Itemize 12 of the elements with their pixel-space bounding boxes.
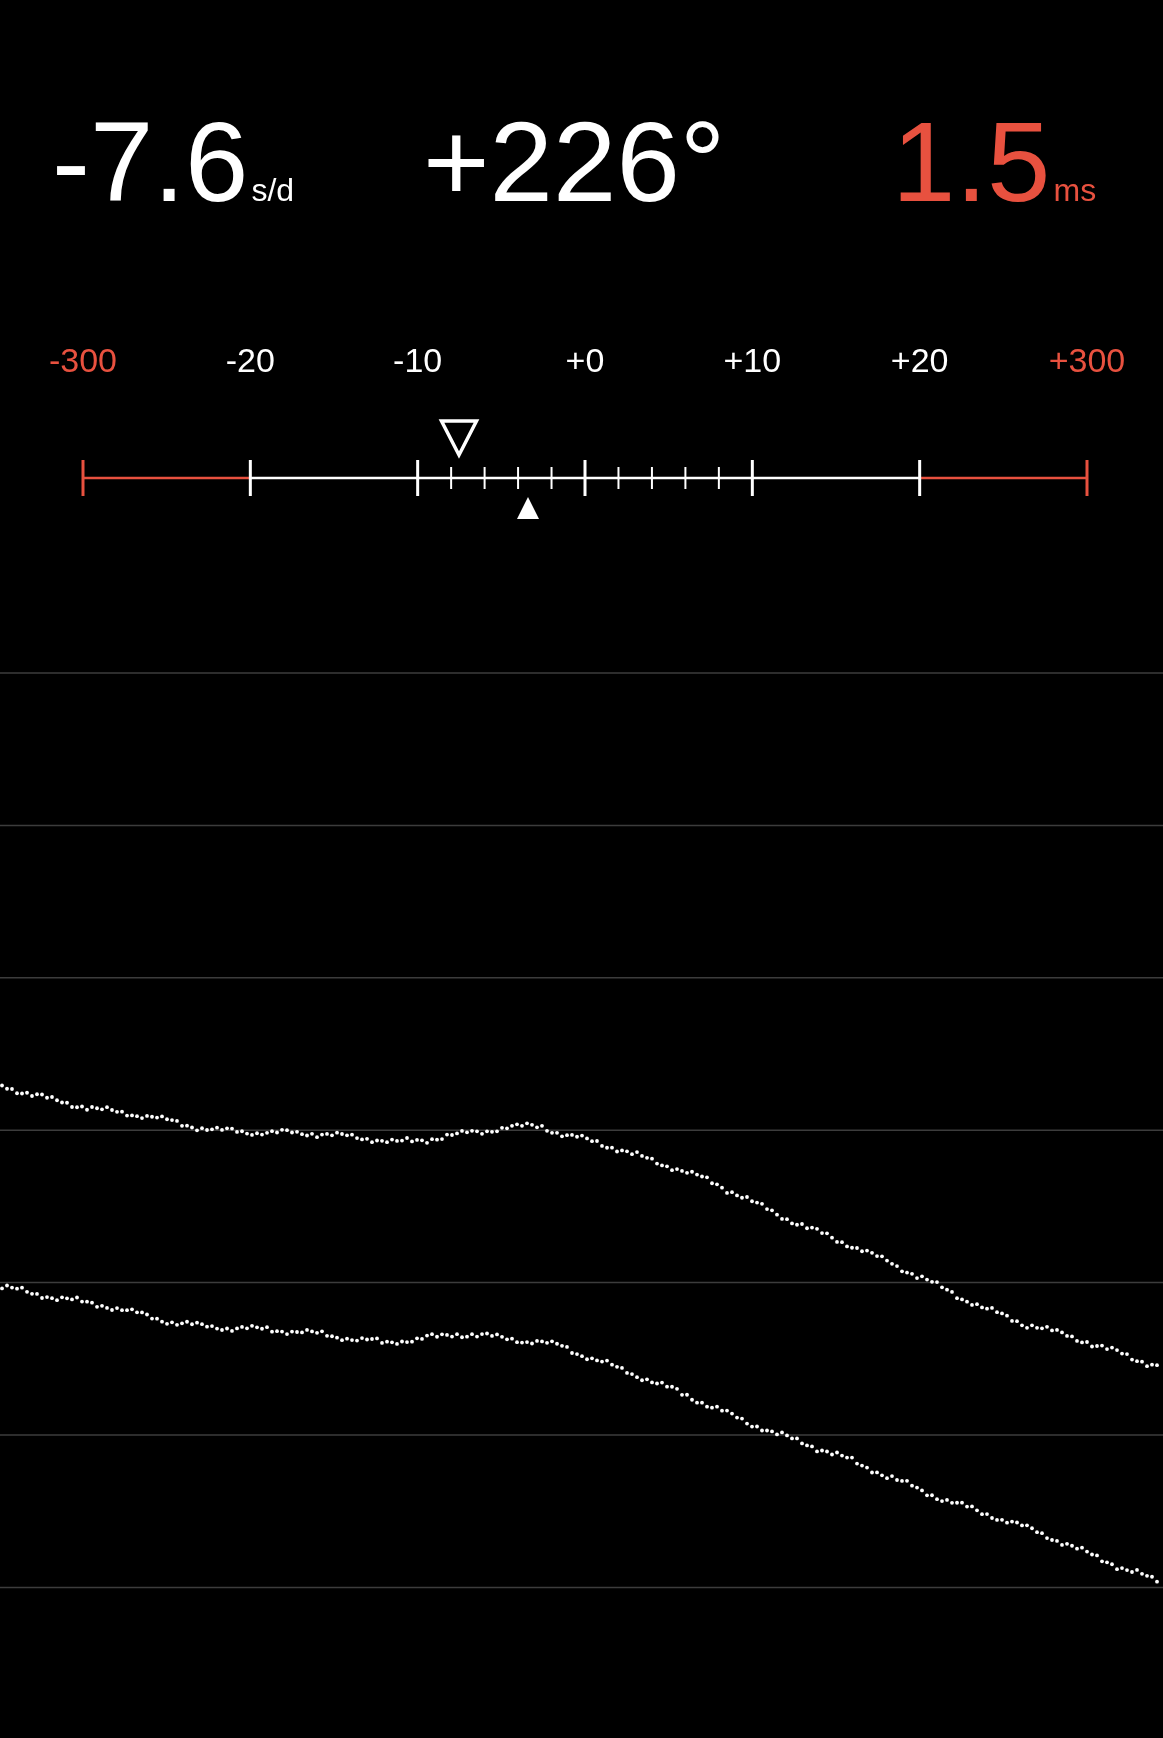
reading-unit: s/d <box>251 174 295 206</box>
scale-label: +300 <box>1048 343 1126 377</box>
scale-label: -20 <box>225 343 275 377</box>
reading-value: -7.6 <box>52 105 249 219</box>
scale-label: +0 <box>565 343 605 377</box>
reading-value: +226° <box>423 105 726 219</box>
scale-label: -10 <box>393 343 443 377</box>
scale-label: +10 <box>723 343 782 377</box>
scale-label: -300 <box>48 343 118 377</box>
reading-unit: ms <box>1053 174 1097 206</box>
scale-label: +20 <box>890 343 949 377</box>
reading-value: 1.5 <box>892 105 1051 219</box>
